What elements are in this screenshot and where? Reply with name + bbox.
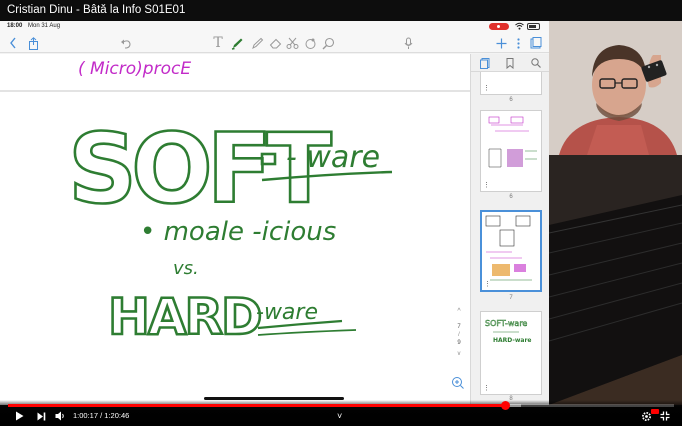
page-separator-slash: / bbox=[458, 332, 460, 338]
zoom-tool-icon[interactable] bbox=[321, 35, 335, 51]
lasso-icon[interactable] bbox=[285, 35, 299, 51]
volume-icon[interactable] bbox=[55, 410, 66, 422]
webcam-video bbox=[549, 21, 682, 155]
thumbnail-content bbox=[485, 215, 532, 281]
shapes-icon[interactable] bbox=[303, 35, 317, 51]
hard-handwriting: HARD bbox=[108, 288, 261, 346]
play-icon[interactable] bbox=[15, 410, 24, 422]
bookmark-page-icon[interactable] bbox=[529, 35, 543, 51]
thumbnail-soft-text: SOFT-ware bbox=[485, 319, 527, 328]
presenter-figure bbox=[549, 21, 682, 155]
heading-handwriting: ( Micro)procE bbox=[78, 59, 191, 79]
hd-badge bbox=[651, 409, 659, 414]
note-canvas[interactable]: ( Micro)procE SOFT - ware • moale -iciou… bbox=[0, 54, 470, 405]
thumbnail-content: SOFT-ware HARD-ware bbox=[485, 319, 532, 344]
thumbnail-hard-text: HARD-ware bbox=[493, 337, 532, 344]
sidebar-search-icon[interactable] bbox=[529, 56, 543, 70]
ipad-status-bar: 18:00 Mon 31 Aug bbox=[0, 21, 549, 33]
page-thumbnail[interactable]: ⋮ bbox=[480, 72, 542, 95]
hard-underline-2 bbox=[257, 329, 357, 336]
thumbnail-menu-icon[interactable]: ⋮ bbox=[483, 84, 490, 92]
thumbnail-page-number: 6 bbox=[509, 97, 513, 103]
pen-tool-icon[interactable] bbox=[230, 35, 244, 51]
played-bar bbox=[8, 404, 506, 407]
eraser-icon[interactable] bbox=[268, 35, 282, 51]
bookmarks-tab-icon[interactable] bbox=[503, 56, 517, 70]
thumbnail-page-number: 7 bbox=[509, 295, 513, 301]
highlighter-icon[interactable] bbox=[250, 35, 264, 51]
sidebar-tabs bbox=[471, 54, 549, 72]
fullscreen-exit-icon[interactable] bbox=[660, 410, 670, 422]
thumbnail-page-number: 6 bbox=[509, 194, 513, 200]
page-down-button[interactable]: v bbox=[456, 351, 462, 357]
zoom-in-icon[interactable] bbox=[451, 376, 465, 390]
battery-icon bbox=[527, 23, 540, 30]
thumbnail-content bbox=[488, 116, 537, 168]
scrubber-handle[interactable] bbox=[501, 401, 511, 410]
thumbnail-menu-icon[interactable]: ⋮ bbox=[483, 384, 490, 392]
chevron-left-icon[interactable] bbox=[7, 35, 19, 51]
video-title[interactable]: Cristian Dinu - Bâtă la Info S01E01 bbox=[7, 4, 185, 16]
microphone-icon[interactable] bbox=[402, 35, 414, 51]
app-toolbar: T bbox=[0, 33, 549, 53]
time-display: 1:00:17 / 1:20:46 bbox=[73, 411, 130, 420]
more-icon[interactable] bbox=[514, 35, 522, 51]
current-page-number: 7 bbox=[457, 324, 461, 330]
progress-bar[interactable] bbox=[8, 401, 674, 410]
screen-share: 18:00 Mon 31 Aug T (Micro)procE SOFT - … bbox=[0, 21, 549, 405]
keyboard-figure bbox=[549, 155, 682, 405]
thumbnail-menu-icon[interactable]: ⋮ bbox=[484, 280, 491, 288]
thumbnails-tab-icon[interactable] bbox=[478, 56, 492, 70]
page-thumbnail[interactable]: SOFT-ware HARD-ware ⋮ bbox=[480, 311, 542, 395]
youtube-player[interactable]: Cristian Dinu - Bâtă la Info S01E01 18:0… bbox=[0, 0, 682, 426]
page-thumbnails-sidebar: ⋮ 6 ⋮ 6 ⋮ 7 SOFT-ware HARD-ware ⋮ 8 bbox=[470, 54, 549, 405]
hard-suffix-handwriting: -ware bbox=[256, 300, 318, 325]
wifi-icon bbox=[515, 22, 524, 32]
chevron-down-icon[interactable]: ˅ bbox=[337, 410, 342, 422]
status-time: 18:00 bbox=[7, 23, 23, 29]
screen-recording-icon bbox=[489, 23, 509, 30]
status-date: Mon 31 Aug bbox=[28, 23, 61, 29]
page-thumbnail[interactable]: ⋮ bbox=[480, 110, 542, 192]
bullet-handwriting: • moale -icious bbox=[140, 217, 336, 247]
next-video-icon[interactable] bbox=[37, 410, 46, 422]
text-tool-icon[interactable]: T bbox=[212, 35, 224, 51]
page-up-button[interactable]: ^ bbox=[456, 308, 462, 315]
undo-icon[interactable] bbox=[119, 35, 133, 51]
handwriting-layer: ( Micro)procE SOFT - ware • moale -iciou… bbox=[67, 59, 393, 347]
keyboard-background-video bbox=[549, 155, 682, 405]
vs-handwriting: vs. bbox=[173, 258, 199, 279]
add-icon[interactable] bbox=[495, 35, 507, 51]
soft-suffix-handwriting: - ware bbox=[286, 140, 380, 175]
page-thumbnail-selected[interactable]: ⋮ bbox=[480, 210, 542, 292]
share-icon[interactable] bbox=[26, 35, 40, 51]
thumbnail-menu-icon[interactable]: ⋮ bbox=[483, 181, 490, 189]
total-pages: 9 bbox=[457, 340, 461, 346]
